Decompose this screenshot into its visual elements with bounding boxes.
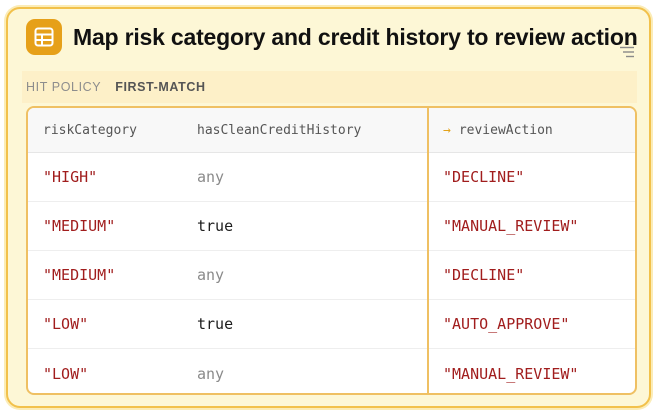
risk-category-cell[interactable]: "MEDIUM": [43, 251, 115, 299]
review-action-cell[interactable]: "AUTO_APPROVE": [443, 300, 569, 348]
hit-policy-label: HIT POLICY: [26, 80, 102, 94]
table-row[interactable]: "LOW" true "AUTO_APPROVE": [28, 300, 635, 349]
decision-table: riskCategory hasCleanCreditHistory → rev…: [26, 106, 637, 395]
table-row[interactable]: "HIGH" any "DECLINE": [28, 153, 635, 202]
review-action-cell[interactable]: "DECLINE": [443, 153, 524, 201]
card-header: Map risk category and credit history to …: [26, 19, 638, 55]
risk-category-cell[interactable]: "LOW": [43, 349, 88, 393]
risk-category-cell[interactable]: "HIGH": [43, 153, 97, 201]
credit-history-cell[interactable]: any: [197, 251, 224, 299]
output-column-label: reviewAction: [458, 122, 553, 138]
review-action-cell[interactable]: "MANUAL_REVIEW": [443, 349, 578, 393]
column-header-review-action[interactable]: → reviewAction: [443, 108, 553, 152]
table-row[interactable]: "MEDIUM" true "MANUAL_REVIEW": [28, 202, 635, 251]
output-arrow-icon: →: [443, 122, 451, 138]
review-action-cell[interactable]: "DECLINE": [443, 251, 524, 299]
table-glyph: [34, 27, 54, 47]
input-output-divider: [427, 108, 429, 393]
table-row[interactable]: "LOW" any "MANUAL_REVIEW": [28, 349, 635, 393]
column-header-risk-category[interactable]: riskCategory: [43, 108, 137, 152]
table-row[interactable]: "MEDIUM" any "DECLINE": [28, 251, 635, 300]
hit-policy-bar: HIT POLICY FIRST-MATCH: [22, 71, 637, 103]
hit-policy-value[interactable]: FIRST-MATCH: [115, 80, 205, 94]
credit-history-cell[interactable]: any: [197, 349, 224, 393]
credit-history-cell[interactable]: true: [197, 202, 233, 250]
credit-history-cell[interactable]: any: [197, 153, 224, 201]
column-header-clean-credit-history[interactable]: hasCleanCreditHistory: [197, 108, 361, 152]
table-icon: [26, 19, 62, 55]
risk-category-cell[interactable]: "MEDIUM": [43, 202, 115, 250]
page-title: Map risk category and credit history to …: [73, 23, 638, 50]
credit-history-cell[interactable]: true: [197, 300, 233, 348]
review-action-cell[interactable]: "MANUAL_REVIEW": [443, 202, 578, 250]
decision-table-card: Map risk category and credit history to …: [6, 7, 651, 408]
risk-category-cell[interactable]: "LOW": [43, 300, 88, 348]
table-header-row: riskCategory hasCleanCreditHistory → rev…: [28, 108, 635, 153]
menu-lines-icon[interactable]: [619, 45, 635, 58]
